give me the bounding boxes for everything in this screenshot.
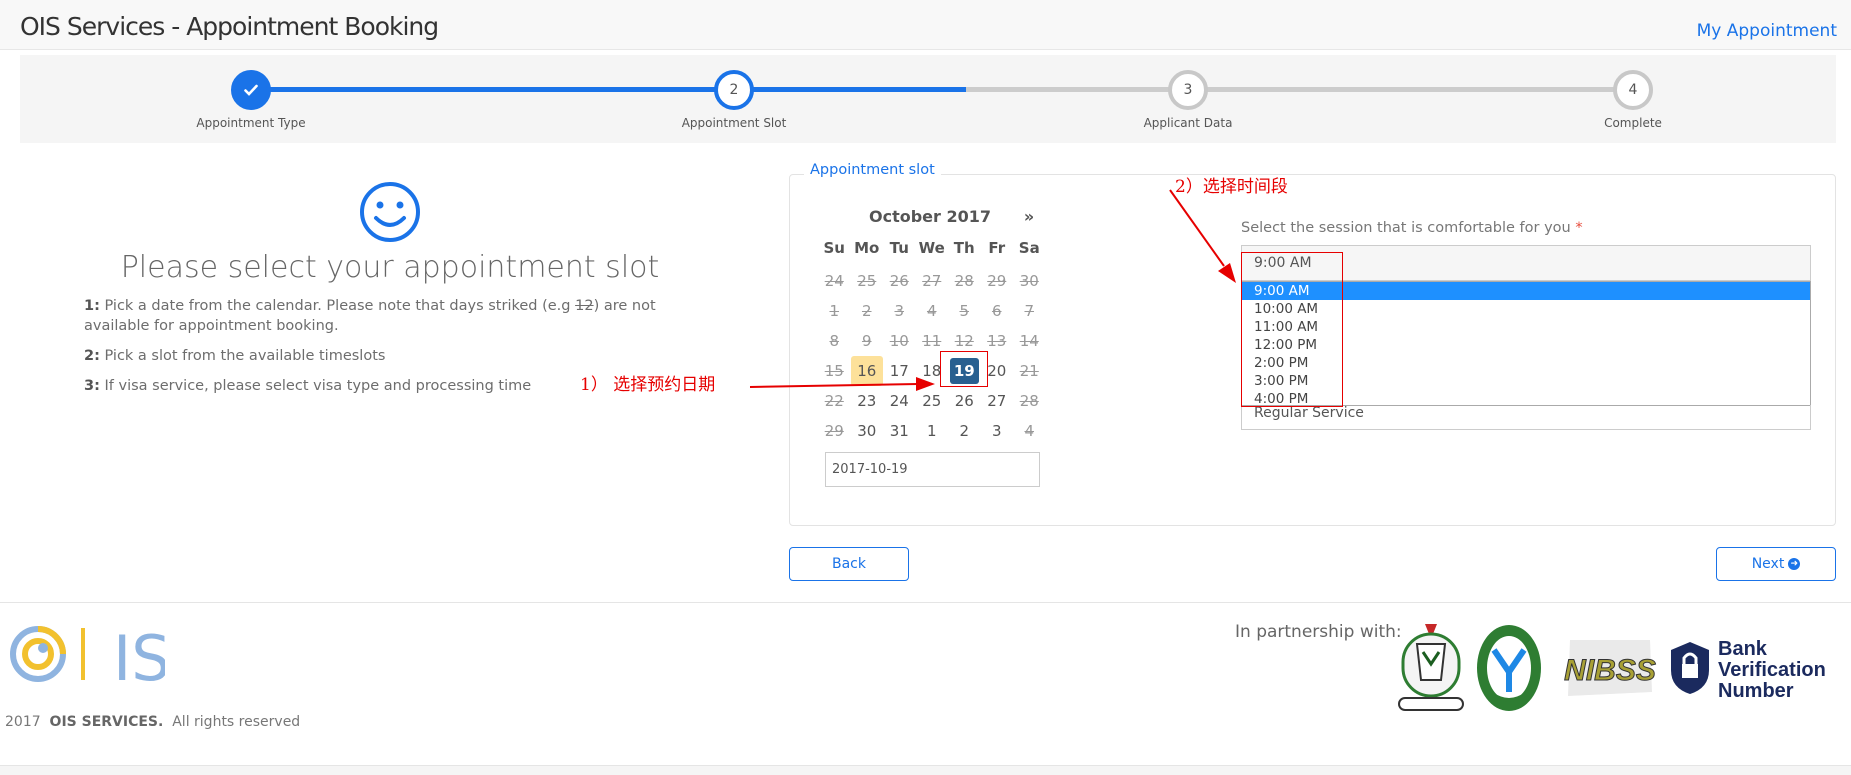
calendar-weekday-header: Mo xyxy=(854,239,880,257)
svg-text:NIBSS: NIBSS xyxy=(1564,654,1656,687)
intro-heading: Please select your appointment slot xyxy=(120,250,660,285)
calendar-day: 4 xyxy=(926,302,937,320)
calendar-day: 24 xyxy=(824,272,844,290)
my-appointment-link[interactable]: My Appointment xyxy=(1697,21,1837,41)
step-3-circle: 3 xyxy=(1168,70,1208,110)
calendar-day: 9 xyxy=(861,332,872,350)
step-4-label: Complete xyxy=(1604,116,1662,130)
calendar-day: 27 xyxy=(922,272,942,290)
calendar-day: 1 xyxy=(829,302,840,320)
ois-logo: IS xyxy=(10,622,165,688)
calendar-weekday-header: We xyxy=(918,239,945,257)
calendar-weekday-header: Su xyxy=(823,239,845,257)
calendar-day: 14 xyxy=(1019,332,1039,350)
step-3-label: Applicant Data xyxy=(1143,116,1233,130)
fieldset-legend: Appointment slot xyxy=(804,162,941,178)
calendar-day[interactable]: 25 xyxy=(916,386,949,416)
calendar-day-today[interactable]: 16 xyxy=(850,356,883,386)
calendar-day[interactable]: 24 xyxy=(883,386,916,416)
step-4-circle: 4 xyxy=(1613,70,1653,110)
page-title: OIS Services - Appointment Booking xyxy=(20,12,439,41)
calendar-grid: Su Mo Tu We Th Fr Sa 24 25 26 27 28 29 30 1 2 3 4 5 6 7 8 9 10 1… xyxy=(818,236,1046,446)
back-button[interactable]: Back xyxy=(789,547,909,581)
calendar-day: 28 xyxy=(954,272,974,290)
bank-verification-number-logo: Bank Verification Number xyxy=(1718,638,1826,702)
calendar-day: 26 xyxy=(889,272,909,290)
annotation-step1: 1） 选择预约日期 xyxy=(580,375,716,395)
calendar-day: 21 xyxy=(1019,362,1039,380)
step-2-circle: 2 xyxy=(714,70,754,110)
step-1-circle xyxy=(231,70,271,110)
calendar-day: 4 xyxy=(1024,422,1035,440)
calendar-day[interactable]: 27 xyxy=(981,386,1014,416)
footer-bottom-bar xyxy=(0,765,1851,775)
progress-stepper: Appointment Type 2 Appointment Slot 3 Ap… xyxy=(20,55,1836,143)
calendar-next-button[interactable]: » xyxy=(1018,207,1040,226)
calendar-day: 2 xyxy=(861,302,872,320)
calendar-day: 29 xyxy=(987,272,1007,290)
calendar-weekday-header: Fr xyxy=(988,239,1006,257)
calendar-weekday-header: Sa xyxy=(1018,239,1040,257)
top-navbar: OIS Services - Appointment Booking My Ap… xyxy=(0,0,1851,50)
service-type-select[interactable]: Regular Service xyxy=(1241,405,1811,430)
struck-example-day: 12 xyxy=(575,298,594,314)
partner-label: In partnership with: xyxy=(1235,622,1402,642)
calendar-weekday-header: Th xyxy=(953,239,975,257)
calendar-month-title[interactable]: October 2017 xyxy=(860,207,1000,226)
smiley-icon xyxy=(360,182,420,242)
calendar-day: 6 xyxy=(991,302,1002,320)
svg-text:IS: IS xyxy=(113,622,165,688)
check-icon xyxy=(244,84,258,96)
calendar-day: 3 xyxy=(894,302,905,320)
instruction-2: 2: Pick a slot from the available timesl… xyxy=(84,348,386,364)
calendar-day: 29 xyxy=(824,422,844,440)
calendar-day[interactable]: 3 xyxy=(981,416,1014,446)
calendar-day[interactable]: 26 xyxy=(948,386,981,416)
calendar-day: 7 xyxy=(1024,302,1035,320)
annotation-step2: 2）选择时间段 xyxy=(1175,177,1288,197)
calendar-day: 22 xyxy=(824,392,844,410)
annotation-box-time xyxy=(1241,252,1343,407)
calendar-day: 28 xyxy=(1019,392,1039,410)
calendar-day: 10 xyxy=(889,332,909,350)
copyright-text: 2017 OIS SERVICES. All rights reserved xyxy=(5,714,301,730)
calendar-day: 5 xyxy=(959,302,970,320)
calendar-day[interactable]: 30 xyxy=(851,416,884,446)
step-2-label: Appointment Slot xyxy=(681,116,787,130)
arrow-circle-right-icon: ➜ xyxy=(1788,558,1801,570)
central-bank-of-nigeria-logo xyxy=(1477,625,1541,711)
calendar-day[interactable]: 2 xyxy=(948,416,981,446)
calendar-day[interactable]: 17 xyxy=(883,356,916,386)
calendar-day: 8 xyxy=(829,332,840,350)
calendar-day: 15 xyxy=(824,362,844,380)
calendar-day: 30 xyxy=(1019,272,1039,290)
calendar-weekday-header: Tu xyxy=(889,239,909,257)
calendar-day[interactable]: 23 xyxy=(851,386,884,416)
annotation-box-date xyxy=(940,351,988,387)
next-button[interactable]: Next ➜ xyxy=(1716,547,1836,581)
calendar-day[interactable]: 1 xyxy=(916,416,949,446)
nigeria-immigration-service-logo xyxy=(1398,624,1464,711)
nibss-logo: NIBSS xyxy=(1564,640,1656,696)
selected-date-input[interactable]: 2017-10-19 xyxy=(825,452,1040,487)
bvn-shield-icon xyxy=(1671,642,1709,694)
calendar-day[interactable]: 31 xyxy=(883,416,916,446)
stepper-track-complete xyxy=(251,87,967,92)
calendar-day: 25 xyxy=(857,272,877,290)
instruction-1: 1: Pick a date from the calendar. Please… xyxy=(84,298,656,334)
session-label: Select the session that is comfortable f… xyxy=(1241,220,1583,236)
footer-divider xyxy=(0,602,1851,603)
step-1-label: Appointment Type xyxy=(196,116,306,130)
stepper-track-pending xyxy=(966,87,1633,92)
